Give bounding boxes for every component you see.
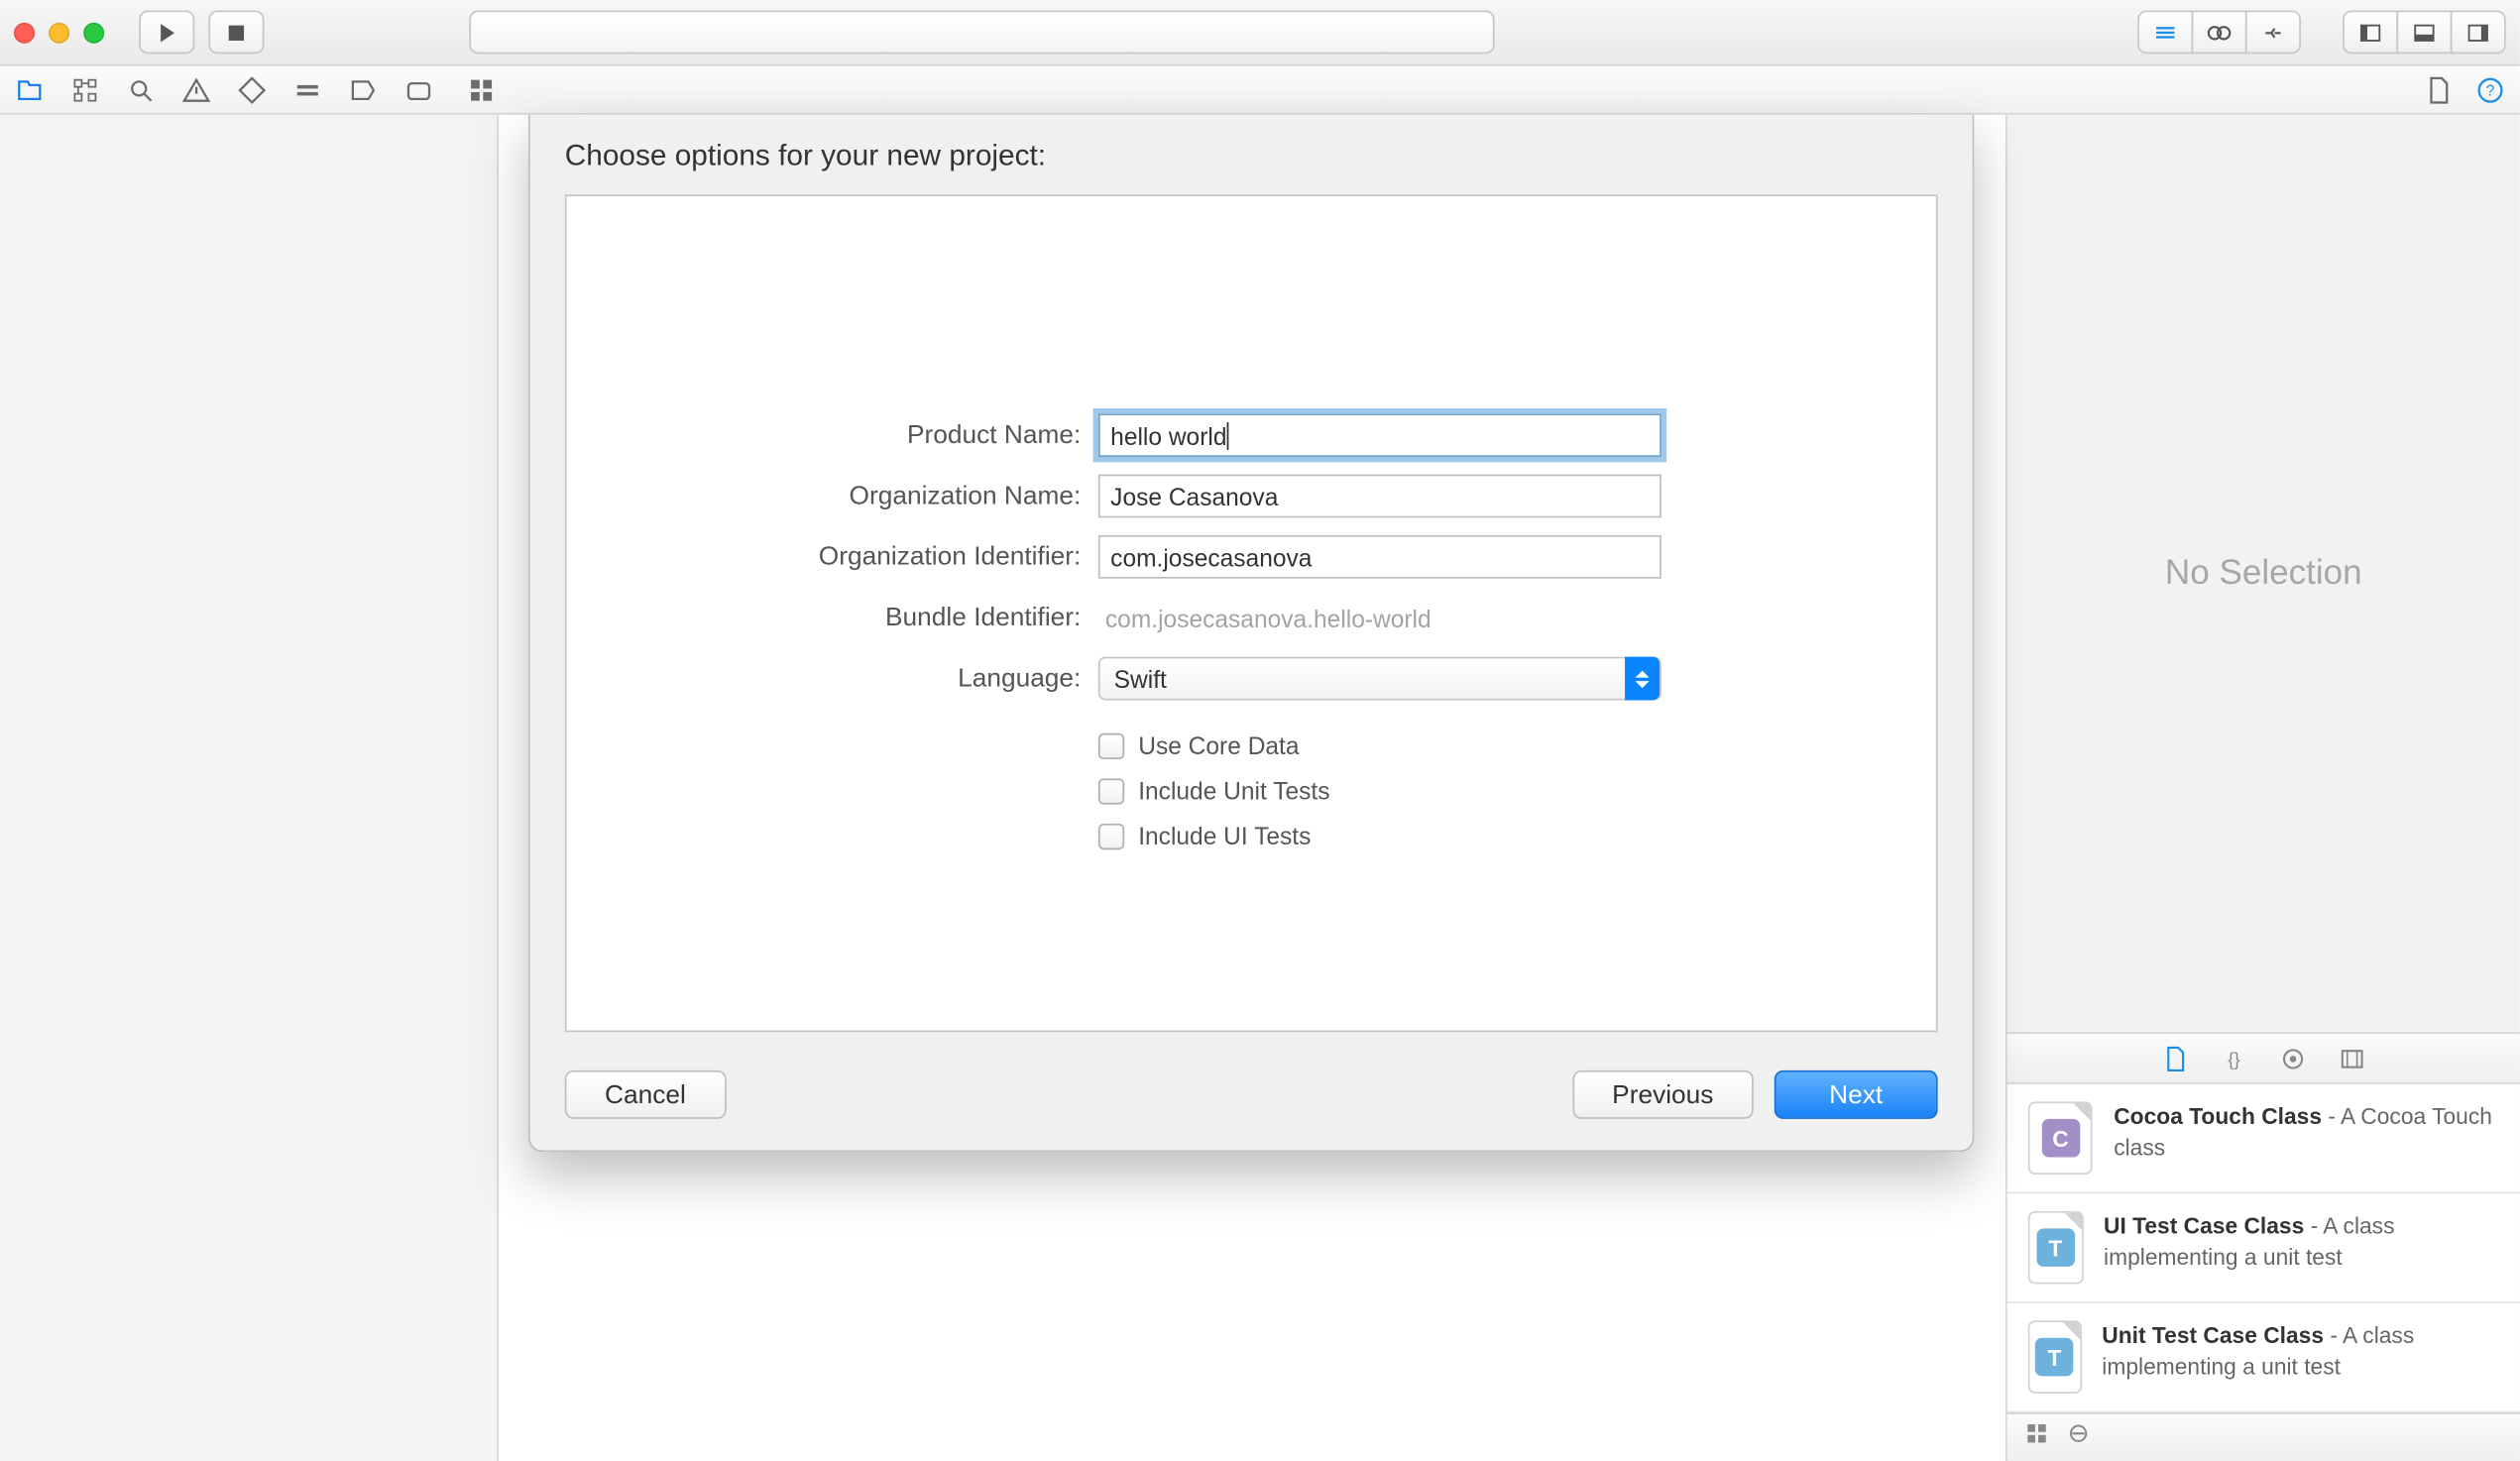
- bundle-identifier-value: com.josecasanova.hello-world: [1098, 604, 1432, 631]
- find-navigator-icon[interactable]: [125, 74, 157, 106]
- sheet-title: Choose options for your new project:: [565, 139, 1938, 173]
- use-core-data-checkbox[interactable]: [1098, 732, 1124, 758]
- breakpoint-navigator-icon[interactable]: [348, 74, 380, 106]
- new-project-options-sheet: Choose options for your new project: Pro…: [528, 115, 1974, 1153]
- class-badge-icon: C: [2041, 1119, 2080, 1158]
- test-badge-icon: T: [2035, 1338, 2074, 1377]
- media-library-icon[interactable]: [2339, 1045, 2366, 1072]
- include-ui-tests-label: Include UI Tests: [1138, 822, 1311, 849]
- zoom-window-button[interactable]: [83, 22, 104, 43]
- file-icon: T: [2028, 1211, 2083, 1285]
- select-arrows-icon: [1625, 657, 1660, 701]
- include-unit-tests-label: Include Unit Tests: [1138, 777, 1329, 805]
- library-item[interactable]: C Cocoa Touch Class - A Cocoa Touch clas…: [2007, 1084, 2520, 1193]
- library-item[interactable]: T UI Test Case Class - A class implement…: [2007, 1193, 2520, 1302]
- svg-text:?: ?: [2486, 82, 2495, 99]
- language-select[interactable]: Swift: [1098, 657, 1661, 701]
- toggle-debug-button[interactable]: [2396, 11, 2452, 55]
- version-editor-button[interactable]: [2245, 11, 2301, 55]
- stop-button[interactable]: [208, 11, 264, 55]
- object-library-icon[interactable]: [2279, 1045, 2307, 1072]
- previous-button[interactable]: Previous: [1572, 1070, 1754, 1119]
- run-button[interactable]: [139, 11, 194, 55]
- sheet-footer: Cancel Previous Next: [565, 1070, 1938, 1119]
- file-template-library-icon[interactable]: [2161, 1045, 2189, 1072]
- inspector-tab-bar: ?: [2423, 74, 2506, 106]
- file-icon: C: [2028, 1101, 2093, 1175]
- library-item-title: Unit Test Case Class: [2102, 1322, 2324, 1348]
- grid-icon[interactable]: [466, 74, 498, 106]
- svg-text:{}: {}: [2228, 1049, 2239, 1068]
- organization-identifier-input[interactable]: com.josecasanova: [1098, 535, 1661, 579]
- test-navigator-icon[interactable]: [236, 74, 268, 106]
- product-name-input[interactable]: hello world: [1098, 413, 1661, 457]
- product-name-label: Product Name:: [566, 420, 1081, 450]
- text-cursor: [1227, 421, 1229, 449]
- include-unit-tests-checkbox[interactable]: [1098, 777, 1124, 803]
- toggle-navigator-button[interactable]: [2343, 11, 2398, 55]
- editor-layout-segmented: [2137, 11, 2301, 55]
- test-badge-icon: T: [2036, 1228, 2075, 1267]
- use-core-data-label: Use Core Data: [1138, 731, 1299, 759]
- library-item[interactable]: T Unit Test Case Class - A class impleme…: [2007, 1303, 2520, 1412]
- close-window-button[interactable]: [14, 22, 35, 43]
- editor-area: Choose options for your new project: Pro…: [499, 115, 2005, 1461]
- include-ui-tests-checkbox[interactable]: [1098, 823, 1124, 848]
- code-snippet-library-icon[interactable]: {}: [2220, 1045, 2247, 1072]
- next-button[interactable]: Next: [1775, 1070, 1938, 1119]
- minimize-window-button[interactable]: [49, 22, 69, 43]
- window-titlebar: [0, 0, 2520, 66]
- debug-navigator-icon[interactable]: [292, 74, 324, 106]
- project-navigator-icon[interactable]: [14, 74, 46, 106]
- window-controls: [14, 22, 104, 43]
- symbol-navigator-icon[interactable]: [69, 74, 101, 106]
- filter-icon[interactable]: [2066, 1421, 2091, 1454]
- inspector-empty-message: No Selection: [2007, 115, 2520, 1033]
- report-navigator-icon[interactable]: [403, 74, 435, 106]
- organization-name-input[interactable]: Jose Casanova: [1098, 475, 1661, 518]
- issue-navigator-icon[interactable]: [180, 74, 212, 106]
- toggle-inspector-button[interactable]: [2451, 11, 2506, 55]
- bundle-identifier-label: Bundle Identifier:: [566, 603, 1081, 632]
- cancel-button[interactable]: Cancel: [565, 1070, 727, 1119]
- library-item-title: UI Test Case Class: [2104, 1213, 2304, 1239]
- navigator-tab-bar: ?: [0, 66, 2520, 115]
- file-inspector-icon[interactable]: [2423, 74, 2455, 106]
- library-list: C Cocoa Touch Class - A Cocoa Touch clas…: [2007, 1084, 2520, 1412]
- library-tab-bar: {}: [2007, 1032, 2520, 1084]
- organization-identifier-label: Organization Identifier:: [566, 542, 1081, 572]
- grid-view-icon[interactable]: [2024, 1421, 2049, 1454]
- library-footer: [2007, 1412, 2520, 1461]
- organization-name-label: Organization Name:: [566, 482, 1081, 511]
- inspector-panel: No Selection {} C: [2005, 115, 2520, 1461]
- standard-editor-button[interactable]: [2137, 11, 2193, 55]
- library-item-title: Cocoa Touch Class: [2114, 1103, 2322, 1129]
- assistant-editor-button[interactable]: [2192, 11, 2247, 55]
- panel-toggle-segmented: [2343, 11, 2506, 55]
- navigator-panel: [0, 115, 499, 1461]
- quick-help-inspector-icon[interactable]: ?: [2474, 74, 2506, 106]
- file-icon: T: [2028, 1320, 2081, 1394]
- sheet-body: Product Name: hello world Organization N…: [565, 194, 1938, 1032]
- activity-viewer: [469, 11, 1494, 55]
- language-label: Language:: [566, 664, 1081, 694]
